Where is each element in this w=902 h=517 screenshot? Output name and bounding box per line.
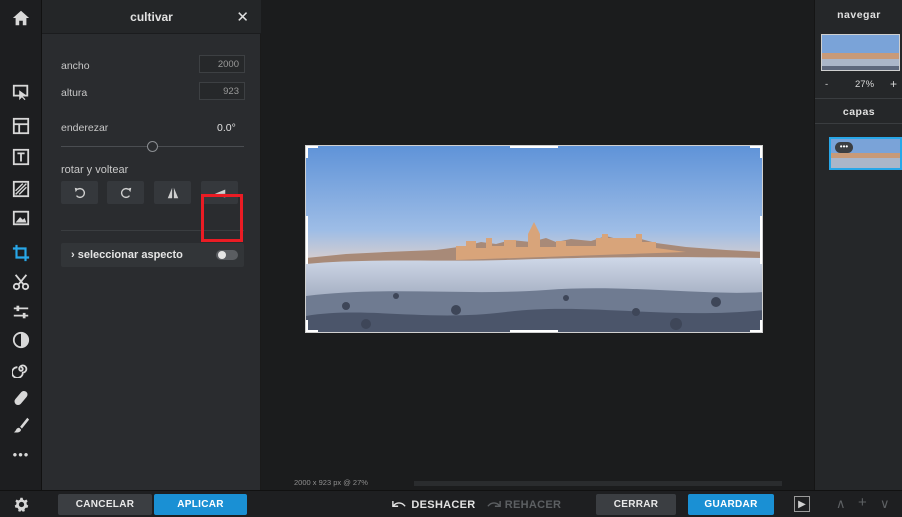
rotate-right-button[interactable] xyxy=(107,181,144,204)
layers-title: capas xyxy=(842,106,876,118)
text-icon xyxy=(12,148,30,166)
crop-handle-top[interactable] xyxy=(510,146,558,148)
crop-handle-tl-v xyxy=(306,146,308,158)
save-button[interactable]: GUARDAR xyxy=(688,494,774,515)
navigator-preview xyxy=(822,35,899,70)
tool-sidebar: ••• xyxy=(0,0,42,517)
divider xyxy=(815,123,902,124)
crop-image[interactable] xyxy=(305,145,763,333)
add-layer-icon[interactable]: + xyxy=(858,494,867,511)
zoom-level: 27% xyxy=(855,79,875,90)
image-icon xyxy=(12,210,30,226)
adjust-tool[interactable] xyxy=(7,300,35,324)
text-tool[interactable] xyxy=(7,145,35,169)
chevron-down-icon[interactable]: ∨ xyxy=(880,496,890,512)
crop-handle-bottom[interactable] xyxy=(510,330,558,332)
aspect-toggle[interactable] xyxy=(216,250,238,260)
zoom-in-button[interactable]: + xyxy=(890,77,897,91)
crop-handle-br-v xyxy=(760,320,762,332)
flip-horizontal-icon xyxy=(167,187,178,198)
canvas-size-status: 2000 x 923 px @ 27% xyxy=(294,478,368,487)
more-tools[interactable]: ••• xyxy=(7,442,35,466)
layer-thumbnail[interactable]: ••• xyxy=(829,137,902,170)
crop-panel: cultivar ✕ ancho 2000 altura 923 enderez… xyxy=(42,0,261,490)
redo-icon xyxy=(487,501,501,507)
effects-tool[interactable] xyxy=(7,357,35,381)
close-icon[interactable]: ✕ xyxy=(236,8,249,26)
texture-icon xyxy=(12,180,30,198)
panel-header: cultivar ✕ xyxy=(42,0,261,34)
spiral-icon xyxy=(12,364,28,378)
redo-button[interactable]: REHACER xyxy=(484,494,564,515)
close-button[interactable]: CERRAR xyxy=(596,494,676,515)
home-icon xyxy=(12,10,30,26)
width-field[interactable]: 2000 xyxy=(199,55,245,73)
chevron-right-icon: › xyxy=(71,249,75,261)
undo-icon xyxy=(392,501,407,507)
gear-icon xyxy=(14,497,28,512)
straighten-value: 0.0° xyxy=(217,122,236,134)
layer-options-icon[interactable]: ••• xyxy=(835,142,853,153)
panel-title: cultivar xyxy=(130,10,173,24)
highlight-box xyxy=(201,194,243,242)
bottom-bar: CANCELAR APLICAR DESHACER REHACER CERRAR… xyxy=(0,490,902,517)
layout-tool[interactable] xyxy=(7,114,35,138)
zoom-controls: - 27% + xyxy=(815,77,902,93)
chevron-up-icon[interactable]: ∧ xyxy=(836,496,846,512)
image-tool[interactable] xyxy=(7,206,35,230)
panorama-photo xyxy=(306,146,762,332)
width-label: ancho xyxy=(61,60,90,72)
straighten-slider-knob[interactable] xyxy=(147,141,158,152)
texture-tool[interactable] xyxy=(7,177,35,201)
height-field[interactable]: 923 xyxy=(199,82,245,100)
undo-label: DESHACER xyxy=(411,498,476,511)
heal-tool[interactable] xyxy=(7,386,35,410)
flip-horizontal-button[interactable] xyxy=(154,181,191,204)
height-label: altura xyxy=(61,87,88,99)
rotate-left-icon xyxy=(74,187,85,198)
scissors-icon xyxy=(12,274,30,291)
crop-handle-left[interactable] xyxy=(306,216,308,264)
crop-handle-bl-v xyxy=(306,320,308,332)
contrast-icon xyxy=(12,331,30,349)
home-button[interactable] xyxy=(7,6,35,30)
panel-toggle-icon[interactable]: ▶ xyxy=(794,496,810,512)
adjust-icon xyxy=(13,305,29,319)
layout-icon xyxy=(12,117,30,135)
crop-handle-tr-v xyxy=(760,146,762,158)
undo-button[interactable]: DESHACER xyxy=(384,494,484,515)
cursor-icon xyxy=(12,84,29,101)
apply-button[interactable]: APLICAR xyxy=(154,494,247,515)
crop-handle-right[interactable] xyxy=(760,216,762,264)
redo-label: REHACER xyxy=(504,498,562,511)
right-sidebar: navegar - 27% + capas ••• xyxy=(814,0,902,490)
settings-button[interactable] xyxy=(10,494,32,515)
navigator-thumbnail[interactable] xyxy=(821,34,900,71)
straighten-label: enderezar xyxy=(61,122,109,134)
crop-icon xyxy=(12,244,30,262)
divider xyxy=(815,98,902,99)
rotate-left-button[interactable] xyxy=(61,181,98,204)
aspect-label: › seleccionar aspecto xyxy=(71,249,183,261)
rotate-right-icon xyxy=(120,187,131,198)
brush-tool[interactable] xyxy=(7,413,35,437)
more-icon: ••• xyxy=(12,446,30,462)
navigator-title: navegar xyxy=(837,9,881,21)
zoom-out-button[interactable]: - xyxy=(825,79,828,90)
rotate-label: rotar y voltear xyxy=(61,164,129,176)
brush-icon xyxy=(13,417,30,433)
select-tool[interactable] xyxy=(7,80,35,104)
bandage-icon xyxy=(14,390,28,406)
cutout-tool[interactable] xyxy=(7,270,35,294)
horizontal-scrollbar[interactable] xyxy=(414,481,782,486)
crop-tool[interactable] xyxy=(7,241,35,265)
filter-tool[interactable] xyxy=(7,328,35,352)
aspect-selector[interactable]: › seleccionar aspecto xyxy=(61,243,244,267)
cancel-button[interactable]: CANCELAR xyxy=(58,494,152,515)
